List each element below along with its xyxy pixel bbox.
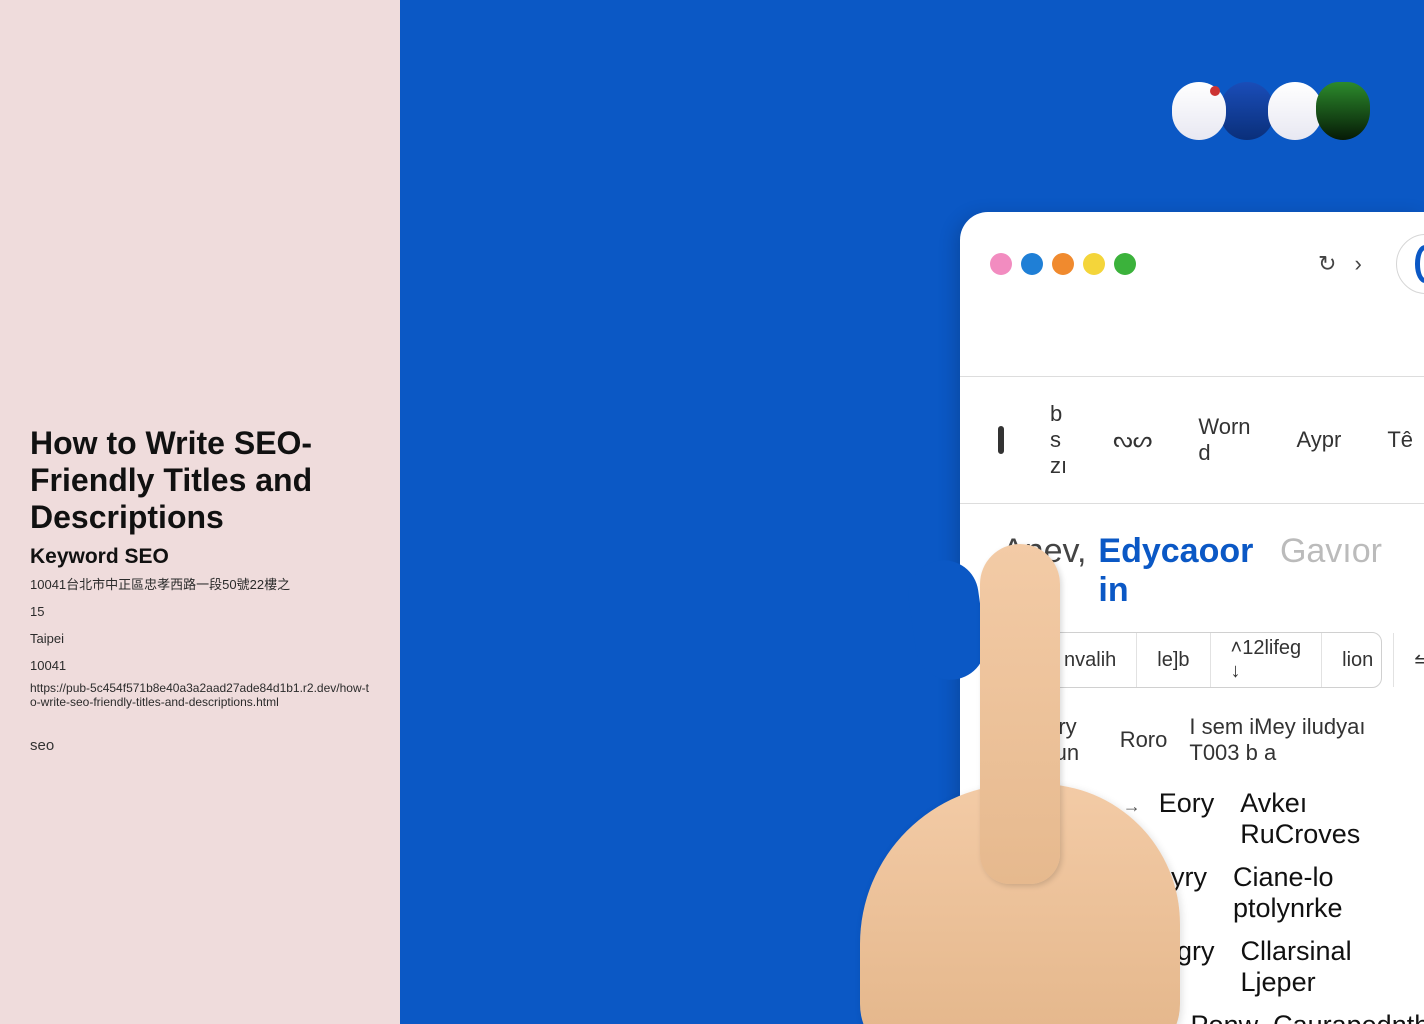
logo-glyph-1 xyxy=(1172,82,1226,140)
address-bar[interactable]: Wnind Spolech Ovsamoning ?mats Qitl xyxy=(1396,234,1424,294)
left-pane: How to Write SEO-Friendly Titles and Des… xyxy=(0,0,400,1024)
filter-toggle-icon[interactable]: ⇋ xyxy=(1394,633,1424,687)
row-tag: Eory xyxy=(1159,788,1215,819)
tab-4[interactable]: Tê xyxy=(1387,427,1413,453)
filter-2[interactable]: le]b xyxy=(1137,633,1210,687)
sort-icon[interactable]: ⇅ xyxy=(1002,727,1020,753)
tabs-row: b s zı ᔓᔕ Worn d Aypr Tê Tigeıv nloirs x… xyxy=(960,376,1424,504)
window-dots xyxy=(990,253,1136,275)
table-row[interactable]: 13 00K → Byry Ciane-lo ptolynrke xyxy=(1002,856,1382,930)
browser-window: ↻ › Wnind Spolech Ovsamoning ?mats Qitl … xyxy=(960,212,1424,1024)
tab-1[interactable]: b s zı xyxy=(1050,401,1067,479)
dot-orange xyxy=(1052,253,1074,275)
row-volume: 80 00K xyxy=(1002,1010,1052,1024)
address-city: Taipei xyxy=(30,629,370,650)
tab-3[interactable]: Aypr xyxy=(1297,427,1342,453)
logo-glyph-4 xyxy=(1316,82,1370,140)
row-volume: 68 00K xyxy=(1002,788,1097,819)
breadcrumb-b[interactable]: Edycaoor in xyxy=(1098,532,1268,610)
address-postal: 10041 xyxy=(30,656,370,677)
dot-blue xyxy=(1021,253,1043,275)
breadcrumb: Anev, Edycaoor in Gavıor xyxy=(1002,532,1382,610)
dot-green xyxy=(1114,253,1136,275)
subhead-b: Roro xyxy=(1120,727,1168,753)
filter-toolbar: nvalih le]b ˄12lifeg ↓ lion ⇋ TR Excieto… xyxy=(1002,632,1382,688)
filter-1[interactable]: nvalih xyxy=(1044,633,1137,687)
row-tag: Byry xyxy=(1153,862,1207,893)
logo-cluster xyxy=(1178,82,1370,140)
row-term: Cllarsinal Ljeper xyxy=(1241,936,1382,998)
arrow-icon: → xyxy=(1123,796,1133,817)
table-row[interactable]: 80 00K→BylyPonw_Caurapednth xyxy=(1002,1004,1382,1024)
row-tag: Egry xyxy=(1159,936,1215,967)
page-subtitle: Keyword SEO xyxy=(30,545,370,569)
site-icon xyxy=(1415,245,1424,283)
keyword-table: 68 00K → Eory Avkeı RuCroves 13 00K → Byry Cian… xyxy=(1002,782,1382,1024)
row-volume: 81 00K xyxy=(1002,936,1097,967)
address-line-1: 10041台北市中正區忠孝西路一段50號22樓之 xyxy=(30,575,370,596)
row-volume: 13 00K xyxy=(1002,862,1091,893)
breadcrumb-a: Anev, xyxy=(1002,532,1086,571)
grid-icon[interactable] xyxy=(998,426,1004,454)
arrow-icon: → xyxy=(1078,1018,1088,1024)
row-term: Ciane-lo ptolynrke xyxy=(1233,862,1382,924)
logo-glyph-2 xyxy=(1220,82,1274,140)
filter-3[interactable]: ˄12lifeg ↓ xyxy=(1211,633,1323,687)
row-tag: Byly xyxy=(1114,1010,1165,1024)
tag-seo: seo xyxy=(30,737,370,754)
address-line-2: 15 xyxy=(30,602,370,623)
arrow-icon: → xyxy=(1123,944,1133,965)
reload-icon[interactable]: ↻ xyxy=(1318,251,1336,277)
dot-yellow xyxy=(1083,253,1105,275)
tab-2[interactable]: Worn d xyxy=(1198,414,1250,466)
tab-icon-squiggle: ᔓᔕ xyxy=(1113,427,1152,453)
row-term: Avkeı RuCroves xyxy=(1240,788,1382,850)
filter-4[interactable]: lion xyxy=(1322,633,1394,687)
table-row[interactable]: 81 00K → Egry Cllarsinal Ljeper xyxy=(1002,930,1382,1004)
breadcrumb-c: Gavıor xyxy=(1280,532,1382,571)
canonical-url: https://pub-5c454f571b8e40a3a2aad27ade84… xyxy=(30,681,370,709)
logo-glyph-3 xyxy=(1268,82,1322,140)
filter-icon-cell[interactable] xyxy=(1003,633,1044,687)
subhead-c: I sem iMey iludyaı T003 b a xyxy=(1189,714,1382,766)
table-row[interactable]: 68 00K → Eory Avkeı RuCroves xyxy=(1002,782,1382,856)
forward-icon[interactable]: › xyxy=(1354,251,1361,277)
page-title: How to Write SEO-Friendly Titles and Des… xyxy=(30,425,370,535)
content-area: Anev, Edycaoor in Gavıor nvalih le]b ˄12… xyxy=(960,504,1424,1024)
right-pane: ↻ › Wnind Spolech Ovsamoning ?mats Qitl … xyxy=(400,0,1424,1024)
row-term: Ponw_Caurapednth xyxy=(1191,1010,1424,1024)
dot-pink xyxy=(990,253,1012,275)
title-bar: ↻ › Wnind Spolech Ovsamoning ?mats Qitl xyxy=(960,212,1424,316)
arrow-icon: → xyxy=(1117,870,1127,891)
table-subhead: ⇅ Hry oun Roro I sem iMey iludyaı T003 b… xyxy=(1002,714,1382,766)
subhead-a: Hry oun xyxy=(1042,714,1097,766)
